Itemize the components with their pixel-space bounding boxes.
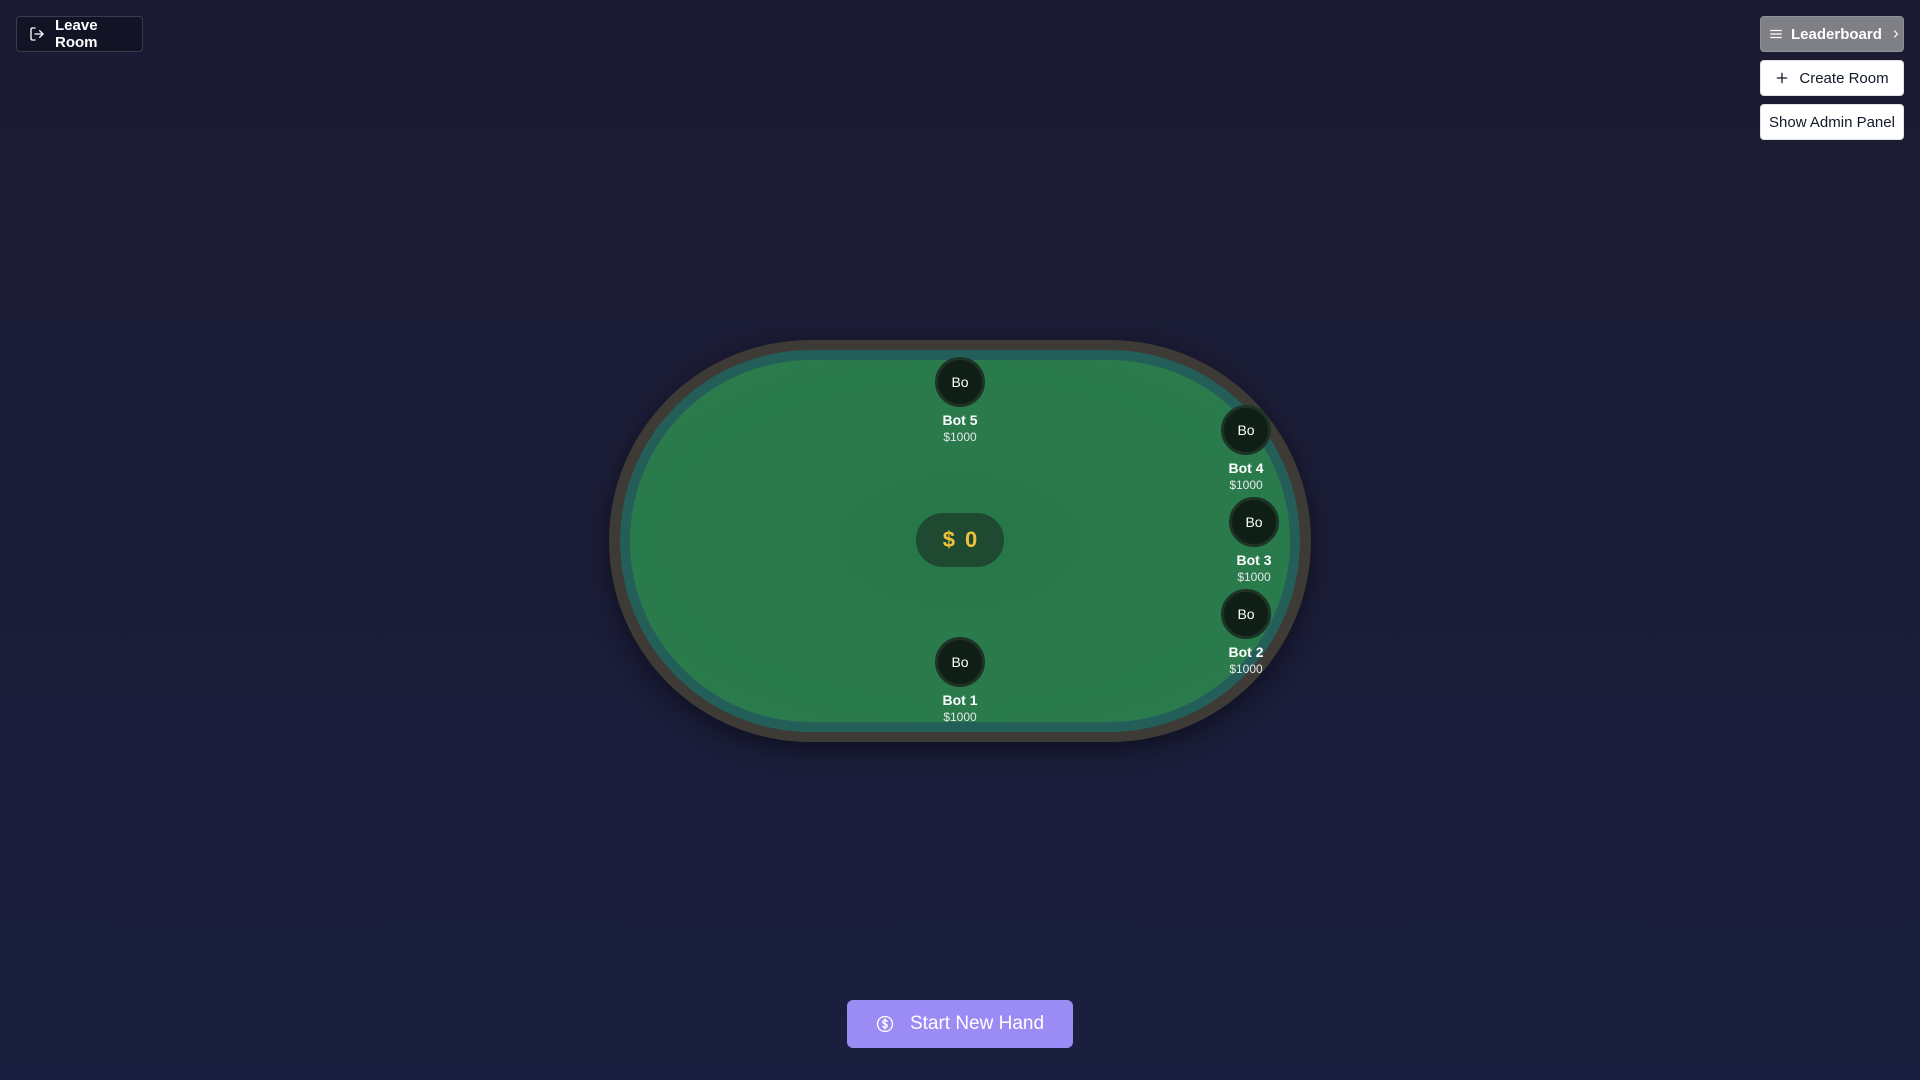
player-chips: $1000 [943, 710, 977, 724]
plus-icon [1775, 71, 1789, 85]
player-chips: $1000 [1229, 478, 1263, 492]
player-chips: $1000 [1237, 570, 1271, 584]
avatar: Bo [1221, 589, 1271, 639]
create-room-button[interactable]: Create Room [1760, 60, 1904, 96]
player-chips: $1000 [943, 430, 977, 444]
player-seat-bot-2: Bo Bot 2 $1000 [1206, 589, 1286, 676]
player-name: Bot 1 [942, 692, 978, 708]
avatar: Bo [935, 357, 985, 407]
player-name: Bot 4 [1228, 460, 1264, 476]
start-new-hand-button[interactable]: Start New Hand [847, 1000, 1073, 1048]
leave-room-label: Leave Room [55, 17, 98, 51]
start-new-hand-label: Start New Hand [909, 1013, 1045, 1034]
log-out-icon [29, 26, 45, 42]
avatar: Bo [1229, 497, 1279, 547]
leaderboard-button[interactable]: Leaderboard [1760, 16, 1904, 52]
player-seat-bot-4: Bo Bot 4 $1000 [1206, 405, 1286, 492]
player-name: Bot 2 [1228, 644, 1264, 660]
leaderboard-label: Leaderboard [1791, 25, 1882, 43]
create-room-label: Create Room [1799, 69, 1889, 87]
player-name: Bot 5 [942, 412, 978, 428]
dollar-circle-icon [876, 1015, 894, 1033]
player-chips: $1000 [1229, 662, 1263, 676]
player-seat-bot-5: Bo Bot 5 $1000 [920, 357, 1000, 444]
chevron-right-icon [1890, 28, 1902, 40]
pot-amount: 0 [965, 527, 978, 552]
leave-room-button[interactable]: Leave Room [16, 16, 143, 52]
show-admin-panel-button[interactable]: Show Admin Panel [1760, 104, 1904, 140]
menu-icon [1769, 27, 1783, 41]
avatar: Bo [935, 637, 985, 687]
show-admin-panel-label: Show Admin Panel [1769, 113, 1895, 131]
player-seat-bot-1: Bo Bot 1 $1000 [920, 637, 1000, 724]
pot-display: $ 0 [916, 513, 1004, 567]
pot-symbol: $ [942, 527, 955, 552]
player-name: Bot 3 [1236, 552, 1272, 568]
player-seat-bot-3: Bo Bot 3 $1000 [1214, 497, 1294, 584]
avatar: Bo [1221, 405, 1271, 455]
